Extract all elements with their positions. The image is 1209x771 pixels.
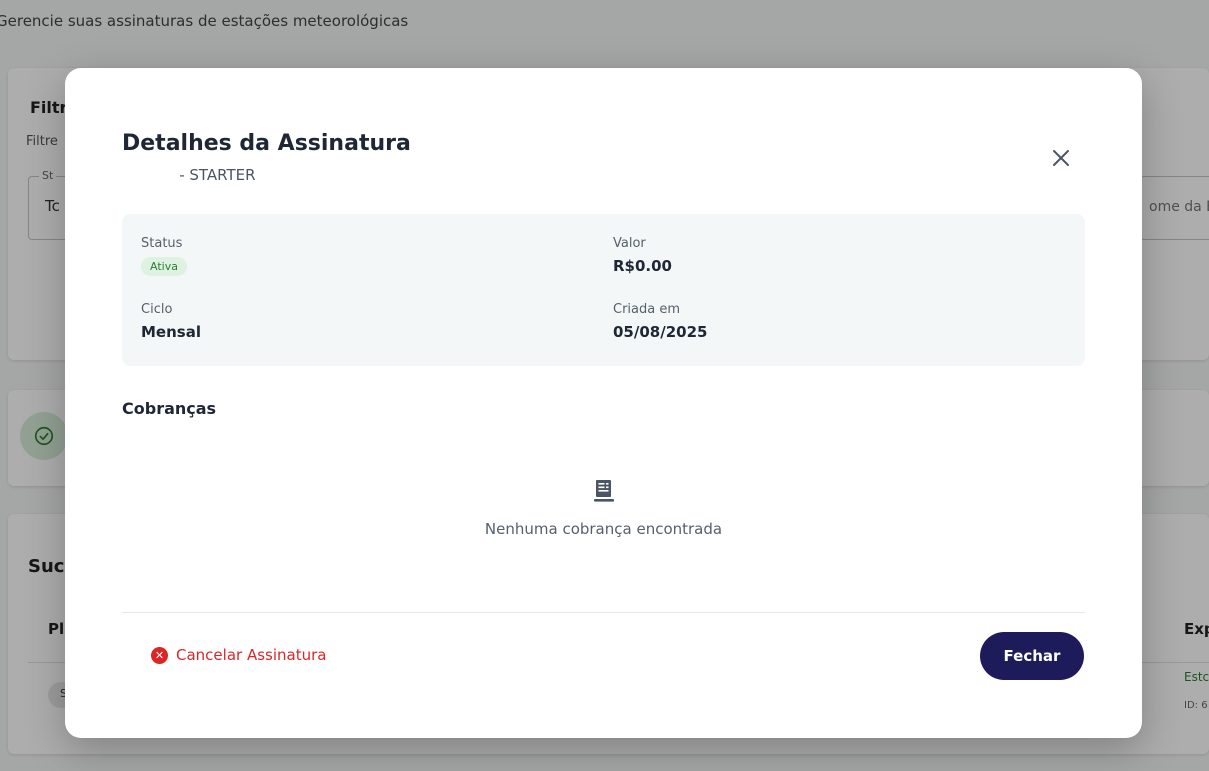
plan-name: - STARTER (179, 166, 256, 184)
detail-status: Status Ativa (141, 236, 187, 276)
subscription-details-panel: Status Ativa Valor R$0.00 Ciclo Mensal C… (122, 214, 1085, 366)
status-badge: Ativa (141, 257, 187, 276)
detail-created-at: Criada em 05/08/2025 (613, 302, 707, 341)
status-label: Status (141, 236, 183, 251)
cycle-label: Ciclo (141, 302, 173, 317)
charges-title: Cobranças (122, 399, 217, 418)
created-at-value: 05/08/2025 (613, 323, 708, 341)
empty-state-text: Nenhuma cobrança encontrada (484, 520, 723, 538)
footer-divider (122, 612, 1085, 613)
cycle-value: Mensal (141, 323, 201, 341)
cancel-subscription-label: Cancelar Assinatura (176, 646, 327, 664)
created-at-label: Criada em (613, 302, 681, 317)
value-amount: R$0.00 (613, 257, 672, 275)
charges-empty-state: Nenhuma cobrança encontrada (122, 478, 1085, 538)
cancel-subscription-button[interactable]: ✕ Cancelar Assinatura (151, 646, 326, 664)
close-icon (1053, 150, 1069, 166)
detail-cycle: Ciclo Mensal (141, 302, 201, 341)
close-button[interactable] (1045, 142, 1077, 174)
cancel-circle-icon: ✕ (151, 646, 168, 664)
receipt-icon (593, 478, 615, 508)
detail-value: Valor R$0.00 (613, 236, 672, 275)
subscription-details-dialog: Detalhes da Assinatura - STARTER Status … (65, 68, 1142, 738)
dialog-subtitle: - STARTER (122, 166, 256, 184)
dialog-title: Detalhes da Assinatura (122, 131, 411, 156)
close-dialog-button[interactable]: Fechar (980, 632, 1084, 680)
value-label: Valor (613, 236, 646, 251)
